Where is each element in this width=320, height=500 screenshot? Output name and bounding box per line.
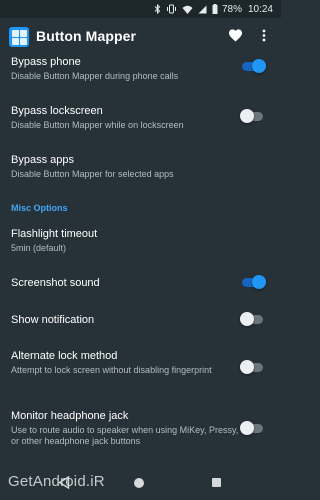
bypass-phone-switch[interactable] (240, 59, 266, 73)
home-icon[interactable] (134, 478, 144, 488)
setting-title: Bypass apps (11, 154, 74, 166)
setting-bypass-phone[interactable]: Bypass phone Disable Button Mapper durin… (11, 56, 241, 82)
monitor-headphone-jack-switch[interactable] (240, 421, 266, 435)
misc-options-header: Misc Options (11, 203, 68, 213)
button-mapper-logo-icon (9, 27, 29, 47)
setting-title: Bypass phone (11, 56, 81, 68)
more-options-icon[interactable] (262, 29, 266, 47)
setting-title: Flashlight timeout (11, 228, 98, 240)
vibrate-icon (166, 4, 177, 14)
setting-title: Alternate lock method (11, 350, 118, 362)
battery-percent: 78% (221, 3, 242, 15)
setting-show-notification[interactable]: Show notification (11, 314, 241, 327)
setting-summary: Disable Button Mapper for selected apps (11, 169, 174, 179)
battery-icon (212, 4, 218, 14)
back-icon[interactable] (58, 475, 70, 494)
show-notification-switch[interactable] (240, 312, 266, 326)
setting-title: Bypass lockscreen (11, 105, 103, 117)
setting-summary: Disable Button Mapper during phone calls (11, 71, 179, 81)
setting-alternate-lock-method[interactable]: Alternate lock method Attempt to lock sc… (11, 350, 241, 376)
screenshot-sound-switch[interactable] (240, 275, 266, 289)
alternate-lock-method-switch[interactable] (240, 360, 266, 374)
wifi-icon (182, 5, 193, 14)
setting-title: Screenshot sound (11, 277, 100, 289)
status-bar: 78% 10:24 (0, 0, 281, 18)
app-title: Button Mapper (36, 28, 137, 44)
setting-title: Monitor headphone jack (11, 410, 129, 422)
recents-icon[interactable] (212, 478, 221, 487)
heart-icon[interactable] (228, 28, 243, 47)
bypass-lockscreen-switch[interactable] (240, 109, 266, 123)
bluetooth-icon (154, 4, 161, 14)
app-bar: Button Mapper (0, 18, 281, 56)
setting-screenshot-sound[interactable]: Screenshot sound (11, 277, 241, 290)
setting-summary: Disable Button Mapper while on lockscree… (11, 120, 184, 130)
setting-bypass-lockscreen[interactable]: Bypass lockscreen Disable Button Mapper … (11, 105, 241, 131)
signal-icon (198, 5, 207, 14)
status-clock: 10:24 (247, 3, 273, 15)
setting-bypass-apps[interactable]: Bypass apps Disable Button Mapper for se… (11, 154, 241, 180)
setting-summary: Use to route audio to speaker when using… (11, 425, 239, 446)
setting-title: Show notification (11, 314, 95, 326)
setting-monitor-headphone-jack[interactable]: Monitor headphone jack Use to route audi… (11, 410, 241, 447)
setting-flashlight-timeout[interactable]: Flashlight timeout 5min (default) (11, 228, 241, 254)
watermark-text: GetAndroid.iR (8, 473, 105, 490)
setting-summary: Attempt to lock screen without disabling… (11, 365, 212, 375)
setting-summary: 5min (default) (11, 243, 67, 253)
